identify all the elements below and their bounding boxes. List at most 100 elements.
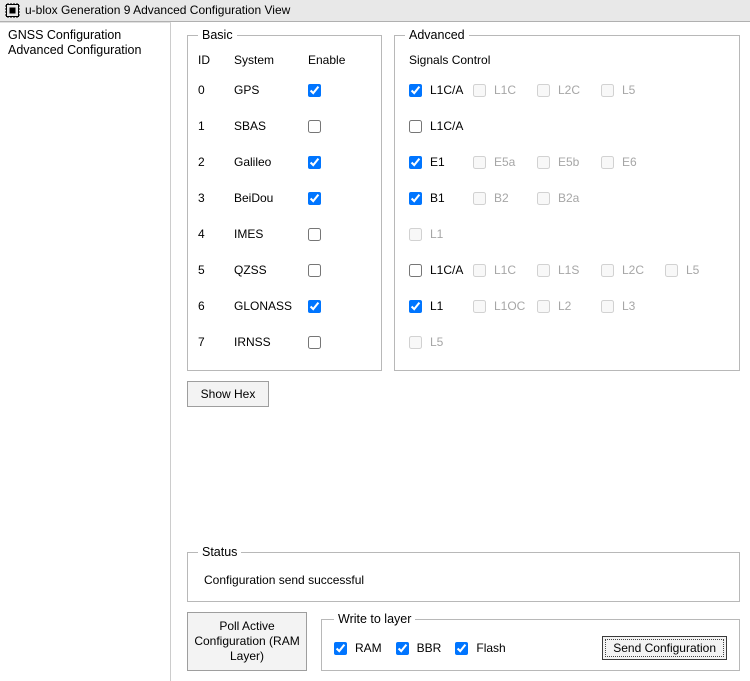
signal-label: L1 bbox=[430, 227, 443, 241]
signal-checkbox-l1oc bbox=[473, 300, 486, 313]
signal-label: B2 bbox=[494, 191, 509, 205]
signal-checkbox-l5 bbox=[409, 336, 422, 349]
signal-b2: B2 bbox=[473, 191, 537, 205]
signal-checkbox-b2 bbox=[473, 192, 486, 205]
main-panel: Basic ID System Enable 0GPS1SBAS2Galileo… bbox=[171, 22, 750, 681]
signal-checkbox-e6 bbox=[601, 156, 614, 169]
sidebar-item-gnss-configuration[interactable]: GNSS Configuration bbox=[8, 28, 162, 43]
signal-checkbox-e1[interactable] bbox=[409, 156, 422, 169]
signal-e1[interactable]: E1 bbox=[409, 155, 473, 169]
basic-id: 0 bbox=[198, 83, 234, 97]
signal-label: E5a bbox=[494, 155, 515, 169]
basic-header-system: System bbox=[234, 53, 308, 67]
enable-checkbox-qzss[interactable] bbox=[308, 264, 321, 277]
signal-checkbox-l1ca[interactable] bbox=[409, 264, 422, 277]
enable-checkbox-gps[interactable] bbox=[308, 84, 321, 97]
basic-legend: Basic bbox=[198, 28, 237, 42]
signal-label: L1C/A bbox=[430, 83, 463, 97]
signal-label: L2C bbox=[558, 83, 580, 97]
layer-label: RAM bbox=[355, 641, 382, 655]
layer-option-bbr[interactable]: BBR bbox=[396, 641, 442, 655]
basic-system: BeiDou bbox=[234, 191, 308, 205]
signal-row-0: L1C/A L1C L2C L5 bbox=[405, 72, 729, 108]
enable-checkbox-beidou[interactable] bbox=[308, 192, 321, 205]
basic-group: Basic ID System Enable 0GPS1SBAS2Galileo… bbox=[187, 28, 382, 371]
signal-label: L2C bbox=[622, 263, 644, 277]
signal-checkbox-b2a bbox=[537, 192, 550, 205]
signal-checkbox-l2 bbox=[537, 300, 550, 313]
status-message: Configuration send successful bbox=[198, 565, 729, 587]
layer-checkbox-ram[interactable] bbox=[334, 642, 347, 655]
signal-checkbox-l1ca[interactable] bbox=[409, 120, 422, 133]
titlebar: u-blox Generation 9 Advanced Configurati… bbox=[0, 0, 750, 22]
signal-label: L1C bbox=[494, 83, 516, 97]
enable-checkbox-glonass[interactable] bbox=[308, 300, 321, 313]
layer-checkbox-flash[interactable] bbox=[455, 642, 468, 655]
signal-label: L5 bbox=[430, 335, 443, 349]
signal-l5: L5 bbox=[665, 263, 729, 277]
basic-header-row: ID System Enable bbox=[198, 48, 371, 72]
signal-l1ca[interactable]: L1C/A bbox=[409, 83, 473, 97]
basic-id: 6 bbox=[198, 299, 234, 313]
layer-option-flash[interactable]: Flash bbox=[455, 641, 505, 655]
show-hex-button[interactable]: Show Hex bbox=[187, 381, 269, 407]
signal-l1[interactable]: L1 bbox=[409, 299, 473, 313]
signal-label: E6 bbox=[622, 155, 637, 169]
signal-e5b: E5b bbox=[537, 155, 601, 169]
signal-label: L1C/A bbox=[430, 119, 463, 133]
signals-header: Signals Control bbox=[405, 48, 729, 72]
basic-row-gps: 0GPS bbox=[198, 72, 371, 108]
sidebar-item-advanced-configuration[interactable]: Advanced Configuration bbox=[8, 43, 162, 58]
layer-option-ram[interactable]: RAM bbox=[334, 641, 382, 655]
basic-row-galileo: 2Galileo bbox=[198, 144, 371, 180]
signal-checkbox-l3 bbox=[601, 300, 614, 313]
basic-id: 3 bbox=[198, 191, 234, 205]
basic-row-qzss: 5QZSS bbox=[198, 252, 371, 288]
signal-row-2: E1 E5a E5b E6 bbox=[405, 144, 729, 180]
signal-checkbox-l2c bbox=[601, 264, 614, 277]
signal-checkbox-l1[interactable] bbox=[409, 300, 422, 313]
signal-label: L5 bbox=[622, 83, 635, 97]
send-configuration-button[interactable]: Send Configuration bbox=[602, 636, 727, 660]
app-icon bbox=[5, 3, 20, 18]
enable-checkbox-irnss[interactable] bbox=[308, 336, 321, 349]
basic-row-beidou: 3BeiDou bbox=[198, 180, 371, 216]
enable-checkbox-imes[interactable] bbox=[308, 228, 321, 241]
signal-row-7: L5 bbox=[405, 324, 729, 360]
basic-id: 4 bbox=[198, 227, 234, 241]
signal-e6: E6 bbox=[601, 155, 665, 169]
signal-b1[interactable]: B1 bbox=[409, 191, 473, 205]
signal-checkbox-l1s bbox=[537, 264, 550, 277]
basic-system: QZSS bbox=[234, 263, 308, 277]
signal-checkbox-b1[interactable] bbox=[409, 192, 422, 205]
signal-row-5: L1C/AL1CL1SL2CL5 bbox=[405, 252, 729, 288]
layer-label: Flash bbox=[476, 641, 505, 655]
signal-label: L2 bbox=[558, 299, 571, 313]
signal-label: E1 bbox=[430, 155, 445, 169]
layer-checkbox-bbr[interactable] bbox=[396, 642, 409, 655]
signal-label: L1 bbox=[430, 299, 443, 313]
enable-checkbox-galileo[interactable] bbox=[308, 156, 321, 169]
poll-active-config-button[interactable]: Poll Active Configuration (RAM Layer) bbox=[187, 612, 307, 671]
basic-row-imes: 4IMES bbox=[198, 216, 371, 252]
basic-row-glonass: 6GLONASS bbox=[198, 288, 371, 324]
signal-l5: L5 bbox=[601, 83, 665, 97]
signal-l5: L5 bbox=[409, 335, 473, 349]
advanced-group: Advanced Signals Control L1C/AL1CL2CL5L1… bbox=[394, 28, 740, 371]
layer-label: BBR bbox=[417, 641, 442, 655]
sidebar: GNSS ConfigurationAdvanced Configuration bbox=[0, 22, 171, 681]
signal-checkbox-l1ca[interactable] bbox=[409, 84, 422, 97]
signal-label: E5b bbox=[558, 155, 579, 169]
signal-l1s: L1S bbox=[537, 263, 601, 277]
signal-l1ca[interactable]: L1C/A bbox=[409, 119, 473, 133]
signal-checkbox-e5b bbox=[537, 156, 550, 169]
signal-checkbox-l5 bbox=[665, 264, 678, 277]
basic-header-id: ID bbox=[198, 53, 234, 67]
signal-checkbox-l1 bbox=[409, 228, 422, 241]
signal-checkbox-l2c bbox=[537, 84, 550, 97]
basic-header-enable: Enable bbox=[308, 53, 348, 67]
enable-checkbox-sbas[interactable] bbox=[308, 120, 321, 133]
basic-system: SBAS bbox=[234, 119, 308, 133]
signal-l1ca[interactable]: L1C/A bbox=[409, 263, 473, 277]
basic-row-irnss: 7IRNSS bbox=[198, 324, 371, 360]
